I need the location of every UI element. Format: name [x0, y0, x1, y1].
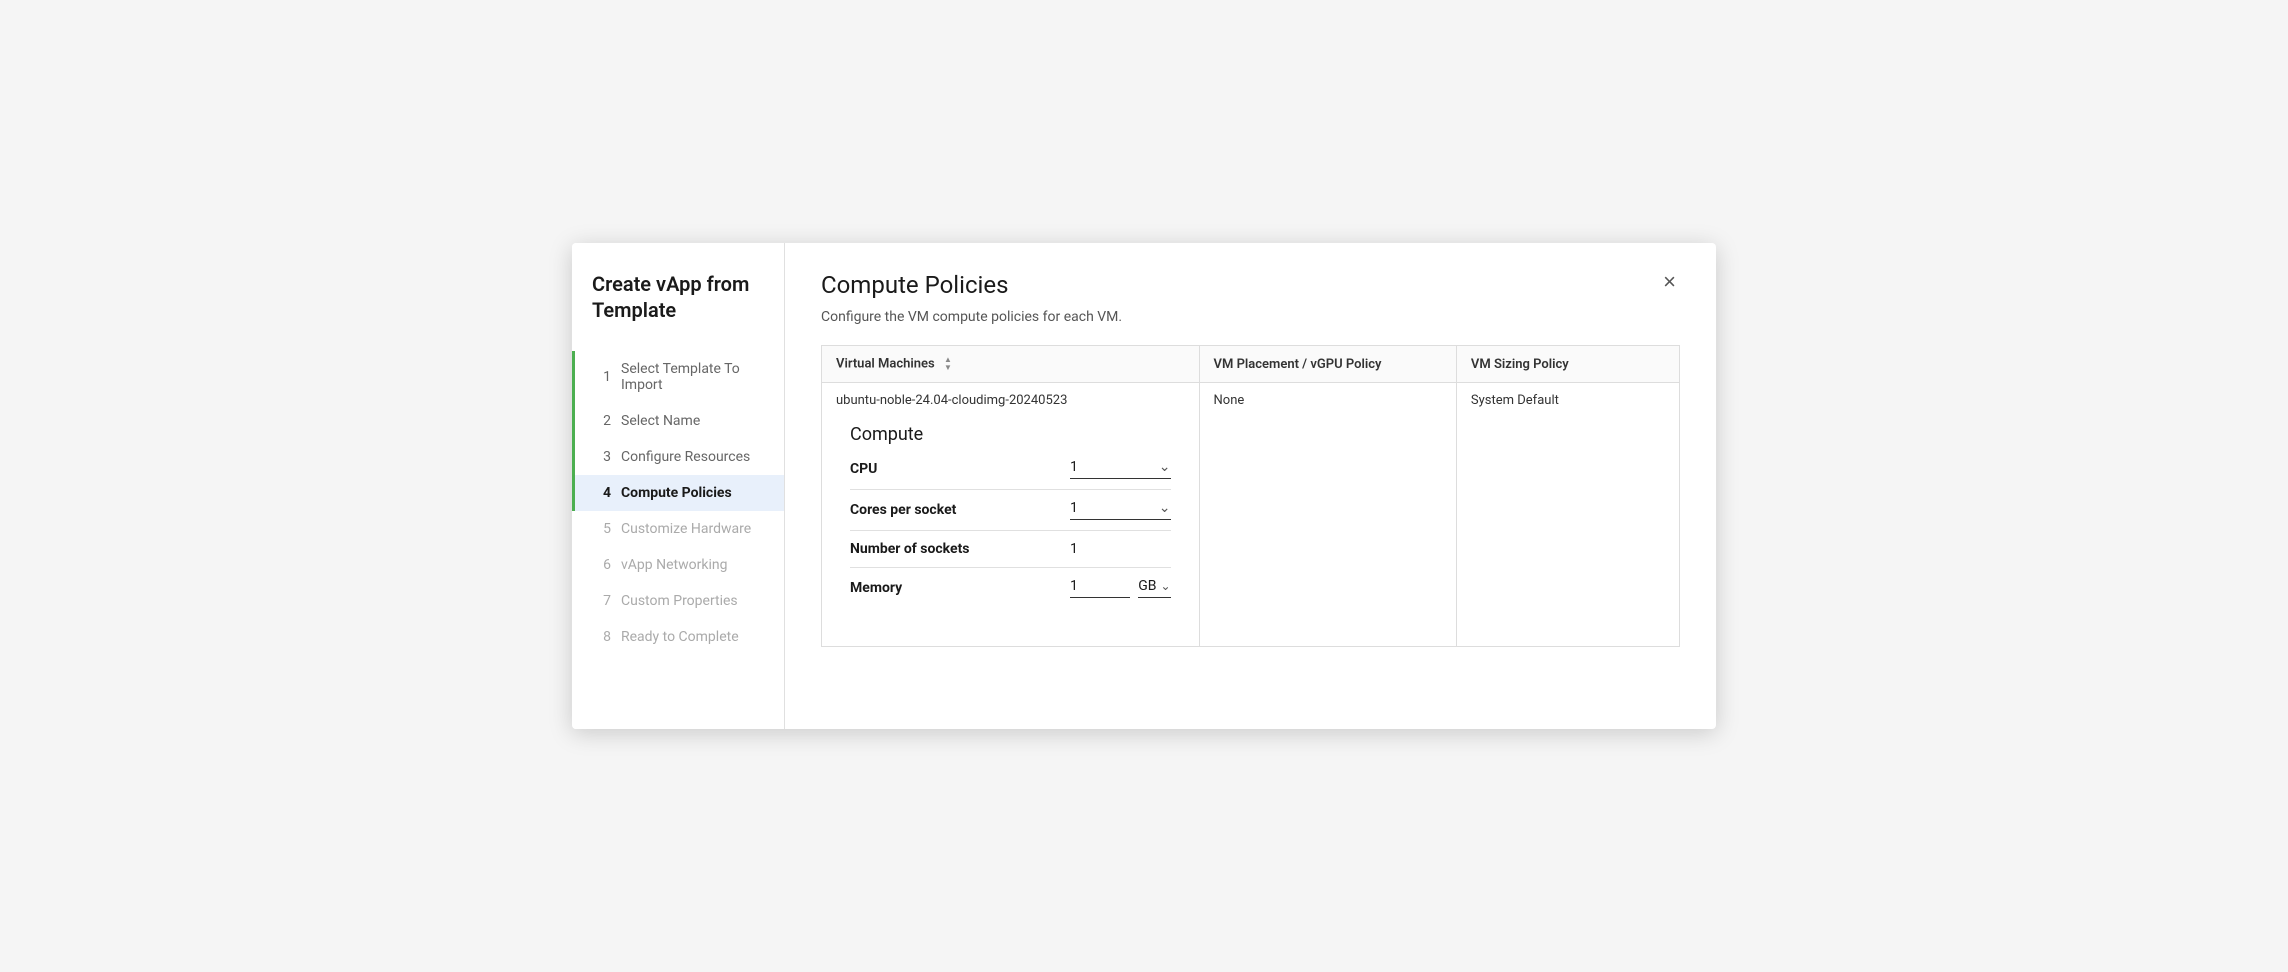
sidebar: Create vApp from Template 1 Select Templ…	[572, 243, 785, 729]
compute-row-sockets: Number of sockets 1	[850, 541, 1171, 568]
main-subtitle: Configure the VM compute policies for ea…	[821, 309, 1680, 325]
compute-row-cores: Cores per socket 1 ⌄	[850, 500, 1171, 531]
sidebar-item-label-7: Custom Properties	[621, 593, 738, 609]
cores-select[interactable]: 1 ⌄	[1070, 500, 1171, 520]
col-header-sizing: VM Sizing Policy	[1456, 346, 1679, 383]
sidebar-item-8: 8 Ready to Complete	[572, 619, 784, 655]
compute-row-memory: Memory 1 GB ⌄	[850, 578, 1171, 608]
sidebar-item-5: 5 Customize Hardware	[572, 511, 784, 547]
sidebar-item-label-5: Customize Hardware	[621, 521, 751, 537]
sidebar-item-label-1: Select Template To Import	[621, 361, 768, 393]
sidebar-item-num-3: 3	[575, 449, 611, 465]
sidebar-item-1[interactable]: 1 Select Template To Import	[572, 351, 784, 403]
sidebar-item-label-2: Select Name	[621, 413, 700, 429]
sidebar-item-num-2: 2	[575, 413, 611, 429]
main-header: Compute Policies ×	[821, 271, 1680, 299]
modal-container: Create vApp from Template 1 Select Templ…	[572, 243, 1716, 729]
vm-table: Virtual Machines ▲ ▼ VM Placement / vGPU…	[821, 345, 1680, 647]
cpu-select[interactable]: 1 ⌄	[1070, 459, 1171, 479]
compute-label-cpu: CPU	[850, 461, 1070, 477]
sidebar-item-label-4: Compute Policies	[621, 485, 732, 501]
main-content: Compute Policies × Configure the VM comp…	[785, 243, 1716, 729]
cpu-value: 1	[1070, 459, 1159, 475]
compute-label-sockets: Number of sockets	[850, 541, 1070, 557]
sidebar-item-4[interactable]: 4 Compute Policies	[572, 475, 784, 511]
memory-unit-label: GB	[1138, 578, 1156, 594]
sidebar-item-2[interactable]: 2 Select Name	[572, 403, 784, 439]
sidebar-item-num-4: 4	[575, 485, 611, 501]
compute-section-title: Compute	[850, 424, 1171, 445]
col-header-placement: VM Placement / vGPU Policy	[1199, 346, 1456, 383]
sidebar-item-num-6: 6	[575, 557, 611, 573]
cell-placement: None	[1199, 383, 1456, 647]
sort-desc-icon: ▼	[944, 364, 952, 372]
compute-row-cpu: CPU 1 ⌄	[850, 459, 1171, 490]
sidebar-item-num-7: 7	[575, 593, 611, 609]
sidebar-item-num-1: 1	[575, 369, 611, 385]
cores-value: 1	[1070, 500, 1159, 516]
col-header-vm[interactable]: Virtual Machines ▲ ▼	[822, 346, 1200, 383]
sidebar-item-label-3: Configure Resources	[621, 449, 750, 465]
sockets-value: 1	[1070, 541, 1171, 557]
cell-vm-name: ubuntu-noble-24.04-cloudimg-20240523 Com…	[822, 383, 1200, 647]
cores-dropdown-icon: ⌄	[1159, 500, 1171, 516]
compute-section: Compute CPU 1 ⌄ Cores per socket	[836, 408, 1185, 636]
sidebar-title: Create vApp from Template	[572, 271, 784, 351]
sidebar-item-label-8: Ready to Complete	[621, 629, 739, 645]
compute-label-memory: Memory	[850, 580, 1070, 596]
close-button[interactable]: ×	[1659, 271, 1680, 293]
sidebar-item-num-8: 8	[575, 629, 611, 645]
cell-sizing: System Default	[1456, 383, 1679, 647]
memory-unit-select[interactable]: GB ⌄	[1138, 578, 1170, 598]
page-title: Compute Policies	[821, 271, 1008, 299]
sidebar-item-label-6: vApp Networking	[621, 557, 727, 573]
sort-icons-vm[interactable]: ▲ ▼	[944, 356, 952, 372]
memory-unit-dropdown-icon: ⌄	[1160, 579, 1170, 593]
memory-input[interactable]: 1	[1070, 578, 1130, 598]
table-header-row: Virtual Machines ▲ ▼ VM Placement / vGPU…	[822, 346, 1680, 383]
table-row: ubuntu-noble-24.04-cloudimg-20240523 Com…	[822, 383, 1680, 647]
compute-label-cores: Cores per socket	[850, 502, 1070, 518]
cpu-dropdown-icon: ⌄	[1159, 459, 1171, 475]
sidebar-item-3[interactable]: 3 Configure Resources	[572, 439, 784, 475]
sidebar-item-6: 6 vApp Networking	[572, 547, 784, 583]
sidebar-item-7: 7 Custom Properties	[572, 583, 784, 619]
sidebar-item-num-5: 5	[575, 521, 611, 537]
memory-row: 1 GB ⌄	[1070, 578, 1171, 598]
